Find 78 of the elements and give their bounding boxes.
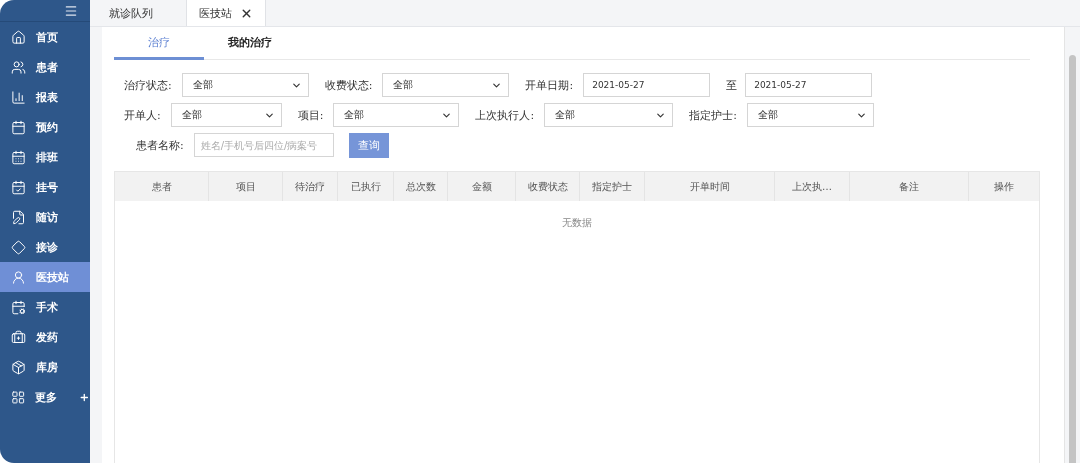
sidebar-item-label: 随访	[36, 209, 58, 225]
column-header: 待治疗	[282, 172, 337, 201]
box-icon	[11, 359, 26, 375]
dropdown-select[interactable]: 全部	[333, 103, 460, 127]
column-header: 金额	[447, 172, 515, 201]
sidebar-item[interactable]: 患者	[0, 52, 90, 82]
column-header: 操作	[968, 172, 1039, 201]
sidebar-item[interactable]: 报表	[0, 82, 90, 112]
sidebar-item-label: 报表	[36, 89, 58, 105]
search-field[interactable]: 姓名/手机号后四位/病案号	[193, 133, 334, 157]
column-header: 患者	[150, 179, 173, 194]
scrollbar-thumb[interactable]	[1069, 55, 1076, 463]
tab[interactable]: 治疗	[114, 27, 204, 60]
field-label: 指定护士:	[689, 107, 737, 123]
column-header: 总次数	[393, 172, 447, 201]
field-label: 开单日期:	[525, 77, 574, 93]
sidebar-item[interactable]: 更多	[0, 382, 90, 412]
column-header: 收费状态	[515, 172, 579, 201]
sidebar-item[interactable]: 手术	[0, 292, 90, 322]
plus-icon	[79, 391, 90, 403]
sidebar-item-label: 更多	[35, 389, 58, 405]
column-header: 备注	[849, 172, 968, 201]
sidebar-item-label: 库房	[36, 359, 58, 375]
column-header: 指定护士	[579, 172, 644, 201]
calendar-icon	[11, 119, 26, 135]
sidebar-item-label: 首页	[36, 29, 58, 45]
diamond-icon	[11, 239, 26, 255]
sidebar-item-label: 接诊	[36, 239, 58, 255]
calendar-icon	[11, 299, 26, 315]
calendar-check-icon	[11, 179, 26, 195]
dropdown-select[interactable]: 全部	[170, 103, 282, 127]
field-label: 至	[726, 77, 738, 93]
column-header: 上次执…	[774, 172, 849, 201]
menu-icon[interactable]	[64, 3, 78, 18]
sidebar-item-label: 预约	[36, 119, 58, 135]
field-label: 项目:	[297, 107, 324, 123]
tab[interactable]: 我的治疗	[204, 27, 296, 60]
person-icon	[11, 269, 26, 285]
sidebar-item[interactable]: 接诊	[0, 232, 90, 262]
sidebar-item[interactable]: 发药	[0, 322, 90, 352]
tab-label: 就诊队列	[109, 5, 153, 21]
home-icon	[11, 29, 26, 45]
calendar-icon	[11, 149, 26, 165]
sidebar-item-label: 挂号	[36, 179, 58, 195]
dropdown-select[interactable]: 全部	[746, 103, 874, 127]
grid-icon	[11, 389, 26, 405]
sidebar-item[interactable]: 预约	[0, 112, 90, 142]
column-header: 项目	[208, 172, 282, 201]
page-tab[interactable]: 医技站	[186, 0, 266, 26]
medicine-kit-icon	[11, 329, 26, 345]
sidebar-item[interactable]: 排班	[0, 142, 90, 172]
sidebar-item[interactable]: 挂号	[0, 172, 90, 202]
tab-label: 医技站	[199, 5, 232, 21]
date-field[interactable]: 2021-05-27	[745, 73, 873, 97]
dropdown-select[interactable]: 全部	[382, 73, 510, 97]
users-icon	[11, 59, 26, 75]
sidebar-item-label: 患者	[36, 59, 58, 75]
column-header: 开单时间	[644, 172, 774, 201]
page-tab[interactable]: 就诊队列	[96, 0, 166, 26]
field-label: 收费状态:	[324, 77, 373, 93]
sidebar-item-label: 手术	[36, 299, 58, 315]
dropdown-select[interactable]: 全部	[181, 73, 309, 97]
sidebar-item[interactable]: 库房	[0, 352, 90, 382]
sidebar-item-label: 排班	[36, 149, 58, 165]
dropdown-select[interactable]: 全部	[544, 103, 674, 127]
date-field[interactable]: 2021-05-27	[583, 73, 711, 97]
bar-chart-icon	[11, 89, 26, 105]
column-header: 已执行	[337, 172, 393, 201]
sidebar-item-label: 发药	[36, 329, 58, 345]
sidebar-item-label: 医技站	[36, 269, 69, 285]
sidebar-item[interactable]: 首页	[0, 22, 90, 52]
document-edit-icon	[11, 209, 26, 225]
sidebar-item[interactable]: 随访	[0, 202, 90, 232]
field-label: 上次执行人:	[475, 107, 535, 123]
empty-message: 无数据	[561, 216, 593, 230]
field-label: 治疗状态:	[124, 77, 172, 93]
field-label: 患者名称:	[136, 137, 184, 153]
field-label: 开单人:	[124, 107, 161, 123]
